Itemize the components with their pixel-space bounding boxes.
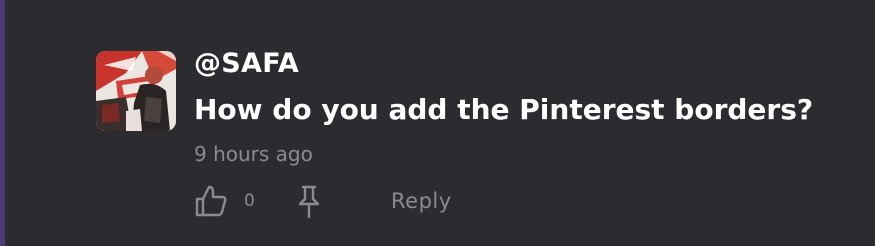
thumbs-up-icon [195, 185, 227, 217]
avatar-image [96, 51, 176, 131]
avatar[interactable] [96, 51, 176, 131]
reply-button[interactable]: Reply [391, 189, 452, 213]
like-button[interactable] [194, 184, 228, 218]
pin-icon [298, 185, 320, 219]
comment-text: How do you add the Pinterest borders? [194, 93, 814, 126]
comment-card: @SAFA How do you add the Pinterest borde… [0, 0, 875, 246]
comment-timestamp: 9 hours ago [194, 142, 313, 166]
pin-button[interactable] [296, 184, 322, 220]
like-count: 0 [244, 191, 255, 211]
comment-author[interactable]: @SAFA [194, 48, 299, 79]
